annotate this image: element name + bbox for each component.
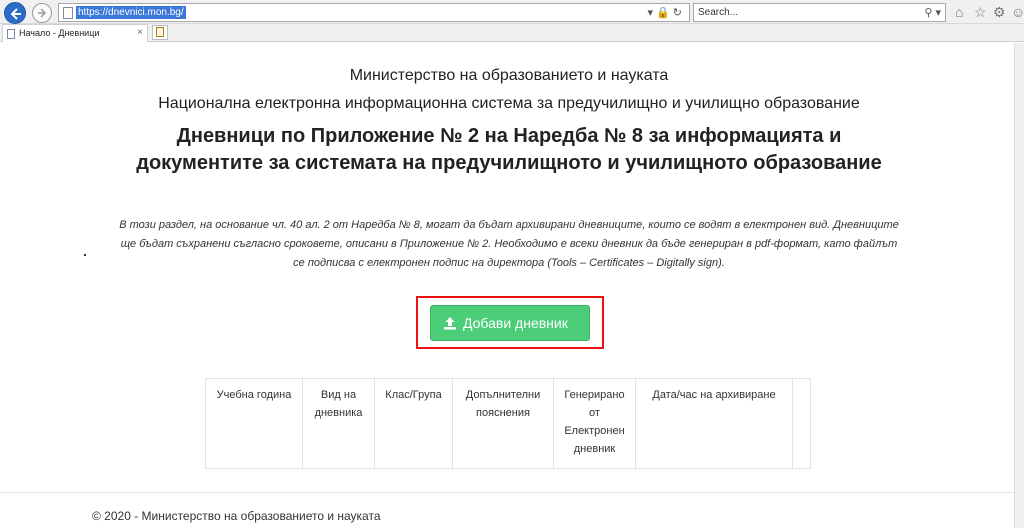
footer-copyright: © 2020 - Министерство на образованието и…	[92, 509, 381, 523]
column-header-archive-datetime[interactable]: Дата/час на архивиране	[635, 378, 793, 469]
column-header-generated-from[interactable]: Генерирано от Електронен дневник	[553, 378, 636, 469]
description-line-2: ще бъдат съхранени съгласно сроковете, о…	[120, 238, 898, 250]
tab-bar: Начало - Дневници ×	[0, 24, 1024, 42]
tab-home[interactable]: Начало - Дневници ×	[2, 24, 148, 42]
new-tab-icon	[156, 27, 164, 37]
search-actions[interactable]: ⚲ ▾	[924, 6, 941, 19]
description-line-1: В този раздел, на основание чл. 40 ал. 2…	[119, 219, 899, 231]
add-journal-button[interactable]: Добави дневник	[430, 305, 590, 341]
star-icon[interactable]: ☆	[974, 4, 987, 20]
chevron-down-icon[interactable]: ▾	[648, 7, 657, 19]
forward-button[interactable]	[32, 3, 52, 23]
smiley-icon[interactable]: ☺	[1011, 4, 1024, 20]
column-header-journal-type[interactable]: Вид на дневника	[302, 378, 375, 469]
refresh-icon[interactable]: ↻	[673, 7, 685, 19]
page-title-line-2: документите за системата на предучилищно…	[136, 152, 882, 174]
address-bar-row: https://dnevnici.mon.bg/ ▾🔒↻ Search... ⚲…	[0, 0, 1024, 24]
column-header-school-year[interactable]: Учебна година	[205, 378, 303, 469]
footer-divider	[0, 492, 1014, 493]
lock-icon: 🔒	[656, 7, 673, 19]
gear-icon[interactable]: ⚙	[993, 4, 1006, 20]
close-icon[interactable]: ×	[137, 27, 143, 38]
home-icon[interactable]: ⌂	[955, 4, 963, 20]
description: В този раздел, на основание чл. 40 ал. 2…	[80, 216, 938, 273]
table-header-row: Учебна година Вид на дневника Клас/Група…	[205, 378, 811, 469]
column-header-class-group[interactable]: Клас/Група	[374, 378, 453, 469]
page-icon	[7, 29, 15, 39]
column-header-notes[interactable]: Допълнителни пояснения	[452, 378, 554, 469]
arrow-left-icon	[10, 8, 21, 20]
system-title: Национална електронна информационна сист…	[158, 95, 860, 112]
url-text: https://dnevnici.mon.bg/	[76, 6, 186, 19]
ministry-title: Министерство на образованието и науката	[349, 67, 669, 84]
back-button[interactable]	[4, 2, 26, 24]
journals-table: Учебна година Вид на дневника Клас/Група…	[205, 378, 811, 469]
url-input[interactable]: https://dnevnici.mon.bg/ ▾🔒↻	[58, 3, 690, 22]
page-title: Дневници по Приложение № 2 на Наредба № …	[60, 123, 958, 177]
page-content: Министерство на образованието и науката …	[0, 43, 1024, 528]
search-icon[interactable]: ⚲	[924, 7, 932, 19]
page-title-line-1: Дневници по Приложение № 2 на Наредба № …	[176, 125, 842, 147]
description-line-3: се подписва с електронен подпис на дирек…	[293, 257, 725, 269]
page-icon	[63, 7, 73, 19]
stray-dot	[84, 254, 86, 256]
upload-icon	[444, 317, 456, 330]
search-placeholder: Search...	[698, 7, 739, 18]
column-header-actions	[792, 378, 811, 469]
search-input[interactable]: Search... ⚲ ▾	[693, 3, 946, 22]
new-tab-button[interactable]	[152, 25, 168, 40]
add-journal-label: Добави дневник	[463, 315, 568, 331]
url-actions[interactable]: ▾🔒↻	[648, 6, 685, 19]
vertical-scrollbar[interactable]	[1014, 43, 1024, 528]
tab-title: Начало - Дневници	[19, 28, 100, 38]
chevron-down-icon[interactable]: ▾	[935, 7, 941, 19]
arrow-right-icon	[38, 8, 47, 18]
